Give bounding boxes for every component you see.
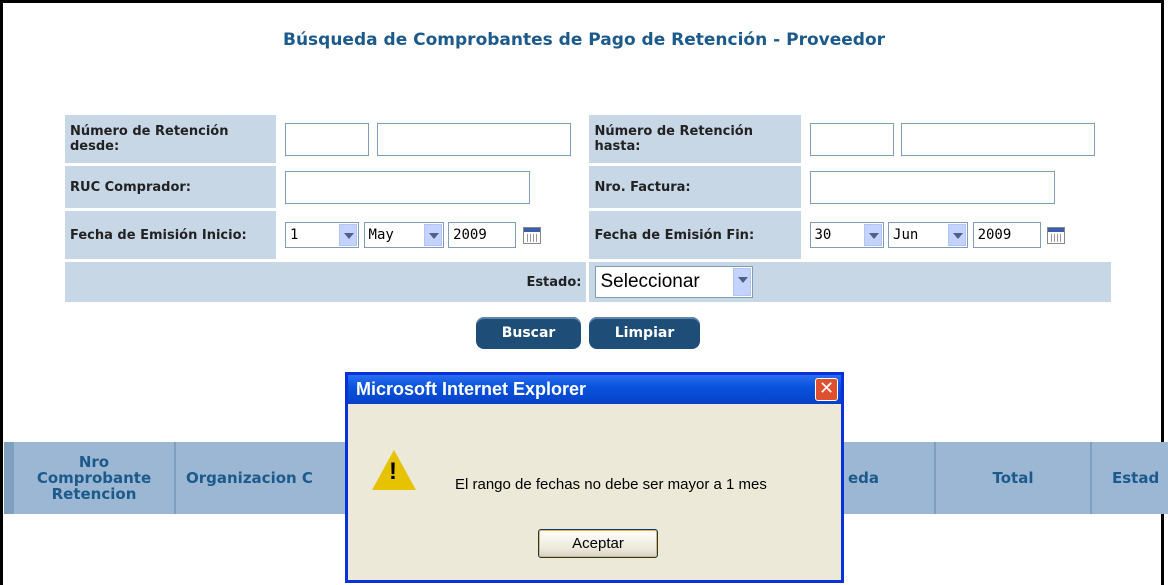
retencion-hasta-serie-input[interactable] [809,122,894,156]
fecha-fin-year-input[interactable]: 2009 [972,222,1041,248]
chevron-down-icon [733,268,752,296]
fecha-inicio-label: Fecha de Emisión Inicio: [65,211,277,259]
limpiar-button[interactable]: Limpiar [589,317,700,349]
page-title: Búsqueda de Comprobantes de Pago de Rete… [282,30,886,50]
calendar-icon[interactable] [522,226,541,244]
col-total: Total [936,442,1090,514]
fecha-inicio-month-select[interactable]: May [363,222,444,248]
fecha-fin-label: Fecha de Emisión Fin: [589,211,801,259]
col-nro-comprobante: Nro Comprobante Retencion [14,442,174,514]
aceptar-button[interactable]: Aceptar [538,529,658,558]
search-form: Número de Retención desde: Número de Ret… [62,112,1114,305]
col-estado: Estad [1092,442,1168,514]
col-organizacion: Organizacion C [176,442,346,514]
dialog-title: Microsoft Internet Explorer [348,375,841,404]
retencion-desde-label: Número de Retención desde: [65,115,277,163]
col-moneda: eda [844,442,934,514]
chevron-down-icon [948,224,967,246]
retencion-desde-numero-input[interactable] [376,122,571,156]
retencion-hasta-label: Número de Retención hasta: [589,115,801,163]
fecha-inicio-day-select[interactable]: 1 [285,222,360,248]
fecha-inicio-year-input[interactable]: 2009 [448,222,517,248]
ruc-comprador-label: RUC Comprador: [65,166,277,208]
fecha-fin-day-select[interactable]: 30 [809,222,884,248]
estado-label: Estado: [65,262,587,302]
estado-select[interactable]: Seleccionar [595,266,754,298]
chevron-down-icon [863,224,882,246]
nro-factura-input[interactable] [809,170,1055,204]
ruc-comprador-input[interactable] [285,170,531,204]
chevron-down-icon [423,224,442,246]
chevron-down-icon [339,224,358,246]
dialog-message: El rango de fechas no debe ser mayor a 1… [455,476,767,493]
fecha-fin-month-select[interactable]: Jun [888,222,969,248]
alert-dialog: Microsoft Internet Explorer ✕ ! El rango… [345,372,844,583]
buscar-button[interactable]: Buscar [476,317,581,349]
warning-icon: ! [372,450,416,490]
calendar-icon[interactable] [1047,226,1066,244]
nro-factura-label: Nro. Factura: [589,166,801,208]
retencion-desde-serie-input[interactable] [285,122,370,156]
retencion-hasta-numero-input[interactable] [901,122,1096,156]
close-icon[interactable]: ✕ [815,378,838,401]
